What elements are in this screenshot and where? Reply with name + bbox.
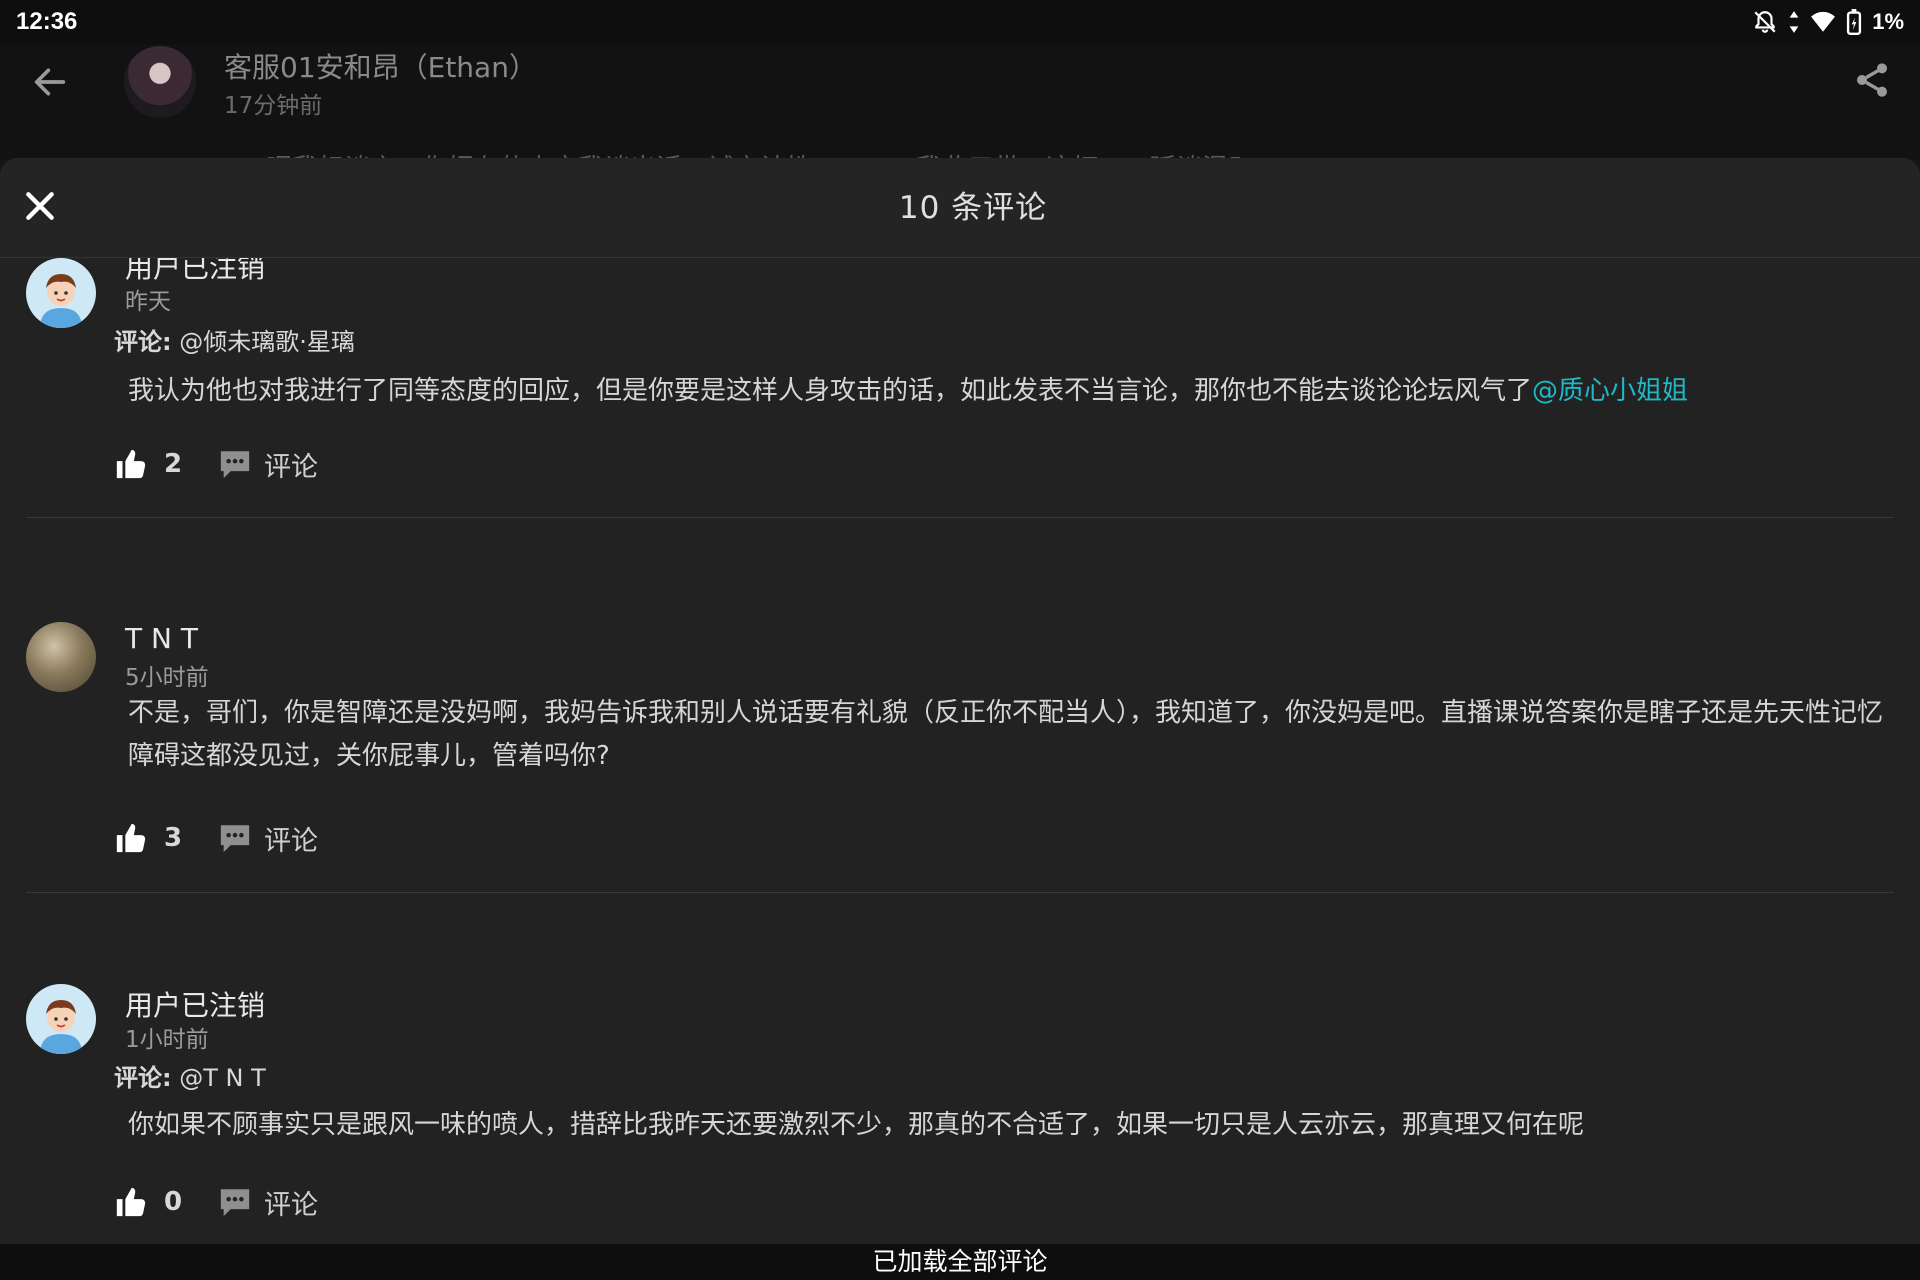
- status-time: 12:36: [16, 8, 78, 35]
- thumbs-up-icon: [116, 1187, 146, 1217]
- status-bar: 12:36 1%: [0, 0, 1920, 44]
- thumbs-up-icon: [116, 823, 146, 853]
- reply-target[interactable]: @T N T: [179, 1064, 266, 1092]
- reply-target[interactable]: @倾未璃歌·星璃: [179, 328, 355, 356]
- share-icon[interactable]: [1852, 60, 1892, 100]
- comment-bubble-icon: [220, 825, 250, 853]
- post-time: 17分钟前: [224, 93, 323, 119]
- reply-target-line: 评论: @T N T: [114, 1058, 266, 1093]
- comment-username[interactable]: 用户已注销: [125, 984, 265, 1024]
- comment-list[interactable]: 用户已注销 昨天 评论: @倾未璃歌·星璃 我认为他也对我进行了同等态度的回应，…: [0, 258, 1920, 1243]
- comment-time: 1小时前: [125, 1027, 209, 1053]
- like-button[interactable]: 0: [114, 1185, 200, 1219]
- like-count: 0: [164, 1187, 183, 1217]
- author-avatar[interactable]: [124, 46, 196, 118]
- comment-bubble-icon: [220, 451, 250, 479]
- comment-time: 昨天: [125, 289, 171, 315]
- comment-username[interactable]: T N T: [125, 622, 198, 655]
- reply-label-text: 评论: [264, 825, 318, 857]
- like-count: 2: [164, 449, 183, 479]
- comment-time: 5小时前: [125, 665, 209, 691]
- post-header: 客服01安和昂（Ethan） 17分钟前 …呢我标谈之，你把左的中方我谈出话，试…: [0, 44, 1920, 162]
- reply-button[interactable]: 评论: [218, 445, 318, 484]
- like-button[interactable]: 3: [114, 821, 200, 855]
- battery-charging-icon: [1847, 9, 1862, 35]
- status-icons: 1%: [1752, 9, 1904, 35]
- cartoon-avatar-icon: [40, 1000, 82, 1054]
- divider: [26, 517, 1894, 518]
- mention-link[interactable]: @质心小姐姐: [1532, 376, 1688, 406]
- back-arrow-icon[interactable]: [30, 62, 70, 102]
- cartoon-avatar[interactable]: [26, 258, 96, 328]
- divider: [26, 892, 1894, 893]
- wifi-icon: [1811, 11, 1836, 32]
- comment-actions: 2 评论: [114, 442, 318, 486]
- thumbs-up-icon: [116, 449, 146, 479]
- reply-button[interactable]: 评论: [218, 819, 318, 858]
- cartoon-avatar[interactable]: [26, 984, 96, 1054]
- author-name[interactable]: 客服01安和昂（Ethan）: [224, 46, 537, 86]
- comment-body: 我认为他也对我进行了同等态度的回应，但是你要是这样人身攻击的话，如此发表不当言论…: [128, 370, 1888, 413]
- sheet-header: 10 条评论: [0, 158, 1920, 258]
- reply-label-text: 评论: [264, 451, 318, 483]
- like-count: 3: [164, 823, 183, 853]
- sheet-title: 10 条评论: [898, 190, 1048, 226]
- comment-actions: 0 评论: [114, 1180, 318, 1224]
- comment-bubble-icon: [220, 1189, 250, 1217]
- reply-button[interactable]: 评论: [218, 1183, 318, 1222]
- reply-label: 评论:: [114, 1064, 172, 1092]
- sphere-avatar[interactable]: [26, 622, 96, 692]
- data-arrows-icon: [1789, 11, 1799, 33]
- reply-label-text: 评论: [264, 1189, 318, 1221]
- all-loaded-footer: 已加载全部评论: [0, 1244, 1920, 1280]
- like-button[interactable]: 2: [114, 447, 200, 481]
- comment-actions: 3 评论: [114, 816, 318, 860]
- comments-sheet: 10 条评论 用户已注销 昨天 评论: @倾未璃歌·星璃 我认为他也对我进行了同…: [0, 158, 1920, 1280]
- comment-body: 你如果不顾事实只是跟风一味的喷人，措辞比我昨天还要激烈不少，那真的不合适了，如果…: [128, 1110, 1585, 1140]
- comment-text: 我认为他也对我进行了同等态度的回应，但是你要是这样人身攻击的话，如此发表不当言论…: [128, 376, 1533, 406]
- reply-target-line: 评论: @倾未璃歌·星璃: [114, 322, 355, 357]
- battery-percent: 1%: [1872, 9, 1904, 34]
- cartoon-avatar-icon: [40, 274, 82, 328]
- notifications-off-icon: [1754, 11, 1776, 33]
- reply-label: 评论:: [114, 328, 172, 356]
- comment-body: 不是，哥们，你是智障还是没妈啊，我妈告诉我和别人说话要有礼貌（反正你不配当人），…: [128, 698, 1884, 771]
